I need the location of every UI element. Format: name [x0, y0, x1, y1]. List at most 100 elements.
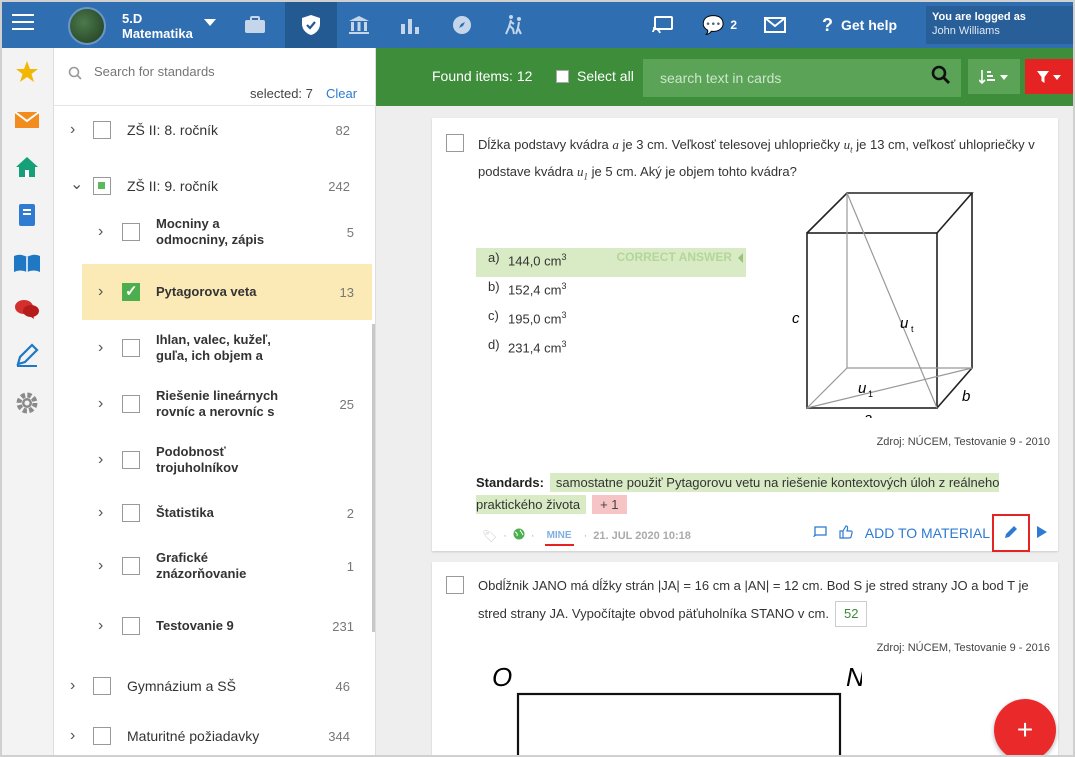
chevron-right-icon[interactable]: ›: [98, 617, 103, 635]
tree-item-count: 242: [328, 179, 350, 194]
checkbox[interactable]: [93, 121, 111, 139]
book-icon[interactable]: [12, 248, 42, 278]
compass-icon[interactable]: [439, 2, 485, 48]
clear-button[interactable]: Clear: [326, 86, 357, 101]
checkbox[interactable]: [122, 451, 140, 469]
chevron-right-icon[interactable]: ›: [70, 727, 75, 745]
like-icon[interactable]: [839, 524, 853, 542]
tree-item[interactable]: › Grafické znázorňovanie 1: [82, 538, 372, 594]
tree-item[interactable]: › Ihlan, valec, kužeľ, guľa, ich objem a: [82, 320, 372, 376]
card-checkbox[interactable]: [446, 576, 464, 594]
question-card: Obdĺžnik JANO má dĺžky strán |JA| = 16 c…: [432, 562, 1058, 755]
tree-item[interactable]: › Riešenie lineárnych rovníc a nerovníc s…: [82, 376, 372, 432]
tree-item[interactable]: › Gymnázium a SŠ 46: [54, 658, 372, 714]
select-all-checkbox[interactable]: Select all: [556, 68, 634, 84]
chevron-right-icon[interactable]: ›: [98, 395, 103, 413]
add-fab-button[interactable]: +: [994, 699, 1056, 755]
standards-search-input[interactable]: [94, 64, 354, 79]
tree-item[interactable]: › Maturitné požiadavky 344: [54, 714, 372, 755]
chevron-down-icon[interactable]: ⌄: [70, 174, 83, 194]
checkbox[interactable]: [556, 69, 569, 83]
chevron-right-icon[interactable]: ›: [98, 504, 103, 522]
question-text: Obdĺžnik JANO má dĺžky strán |JA| = 16 c…: [478, 572, 1053, 628]
walking-icon[interactable]: [491, 2, 537, 48]
help-button[interactable]: ? Get help: [822, 2, 897, 48]
pen-icon[interactable]: [12, 340, 42, 370]
answer-list: a) 144,0 cm3 CORRECT ANSWER b) 152,4 cm3 c…: [476, 248, 746, 364]
class-subject: Matematika: [122, 26, 193, 41]
rectangle-figure: O N: [492, 662, 862, 755]
card-meta: 🏷 · · MINE · 21. JUL 2020 10:18: [482, 528, 691, 546]
source-label: Zdroj: NÚCEM, Testovanie 9 - 2016: [876, 642, 1050, 654]
chevron-right-icon[interactable]: ›: [70, 677, 75, 695]
checkbox[interactable]: [93, 177, 111, 195]
chevron-right-icon[interactable]: ›: [98, 451, 103, 469]
tree-item[interactable]: › Podobnosť trojuholníkov: [82, 432, 372, 488]
tree-item[interactable]: › ZŠ II: 8. ročník 82: [54, 108, 372, 152]
logged-label: You are logged as: [932, 11, 1026, 23]
app-frame: 5.D Matematika 💬 2 ? Get help You are lo…: [0, 0, 1075, 757]
cards-search-field[interactable]: search text in cards: [643, 59, 961, 97]
chevron-right-icon[interactable]: ›: [70, 121, 75, 139]
svg-text:b: b: [962, 388, 970, 405]
standards-label: Standards:: [476, 475, 544, 490]
tree-item[interactable]: › Pytagorova veta 13: [82, 264, 372, 320]
chevron-down-icon[interactable]: [204, 19, 216, 26]
briefcase-icon[interactable]: [232, 2, 278, 48]
checkbox[interactable]: [122, 557, 140, 575]
add-to-material-button[interactable]: ADD TO MATERIAL: [865, 525, 990, 541]
messages-button[interactable]: 💬 2: [702, 2, 737, 48]
notebook-icon[interactable]: [12, 200, 42, 230]
chevron-right-icon[interactable]: ›: [98, 557, 103, 575]
checkbox[interactable]: [93, 727, 111, 745]
standard-tag[interactable]: samostatne použiť Pytagorovu vetu na rie…: [476, 473, 1000, 514]
home-icon[interactable]: [12, 152, 42, 182]
chat-bubbles-icon[interactable]: [12, 294, 42, 324]
cast-icon[interactable]: [640, 2, 686, 48]
tree-item[interactable]: › Testovanie 9 231: [82, 598, 372, 654]
search-icon[interactable]: [931, 65, 951, 91]
sort-button[interactable]: [968, 59, 1020, 94]
tree-item[interactable]: › Štatistika 2: [82, 488, 372, 538]
globe-icon[interactable]: [513, 528, 525, 543]
checkbox[interactable]: [122, 617, 140, 635]
bar-chart-icon[interactable]: [387, 2, 433, 48]
checkbox[interactable]: [122, 395, 140, 413]
menu-icon[interactable]: [12, 14, 34, 32]
scrollbar[interactable]: [372, 324, 375, 632]
tree-item[interactable]: ⌄ ZŠ II: 9. ročník 242: [54, 164, 372, 208]
checkbox[interactable]: [122, 223, 140, 241]
tree-item-count: 344: [328, 729, 350, 744]
cast-icon[interactable]: [813, 525, 827, 541]
more-standards-badge[interactable]: + 1: [592, 495, 627, 514]
mail-icon[interactable]: [12, 105, 42, 135]
question-text: Dĺžka podstavy kvádra a je 3 cm. Veľkosť…: [478, 137, 1035, 182]
chevron-right-icon[interactable]: ›: [98, 223, 103, 241]
checkbox[interactable]: [93, 677, 111, 695]
card-checkbox[interactable]: [446, 134, 464, 152]
filter-button[interactable]: [1025, 59, 1073, 94]
institution-icon[interactable]: [336, 2, 382, 48]
play-icon[interactable]: [1036, 525, 1048, 542]
class-selector[interactable]: 5.D Matematika: [122, 11, 193, 41]
checkbox[interactable]: [122, 504, 140, 522]
chevron-right-icon[interactable]: ›: [98, 283, 103, 301]
tag-icon[interactable]: 🏷: [482, 529, 497, 543]
star-icon[interactable]: [12, 57, 42, 87]
user-box[interactable]: You are logged as John Williams: [926, 6, 1073, 44]
tree-item[interactable]: › Mocniny a odmocniny, zápis 5: [82, 208, 372, 256]
mine-label[interactable]: MINE: [544, 530, 574, 546]
standards-panel: selected: 7 Clear › ZŠ II: 8. ročník 82 ⌄ ZŠ…: [54, 48, 376, 755]
gear-icon[interactable]: [12, 388, 42, 418]
chevron-right-icon[interactable]: ›: [98, 339, 103, 357]
tree-item-label: Štatistika: [156, 505, 214, 520]
tree-item-count: 46: [335, 679, 350, 694]
checkbox[interactable]: [122, 339, 140, 357]
class-avatar[interactable]: [68, 7, 106, 45]
envelope-icon[interactable]: [752, 2, 798, 48]
checkbox[interactable]: [122, 282, 140, 301]
svg-text:N: N: [846, 662, 862, 692]
standards-line: Standards: samostatne použiť Pytagorovu v…: [476, 472, 1046, 516]
shield-icon[interactable]: [285, 2, 337, 48]
edit-button[interactable]: [992, 514, 1030, 552]
